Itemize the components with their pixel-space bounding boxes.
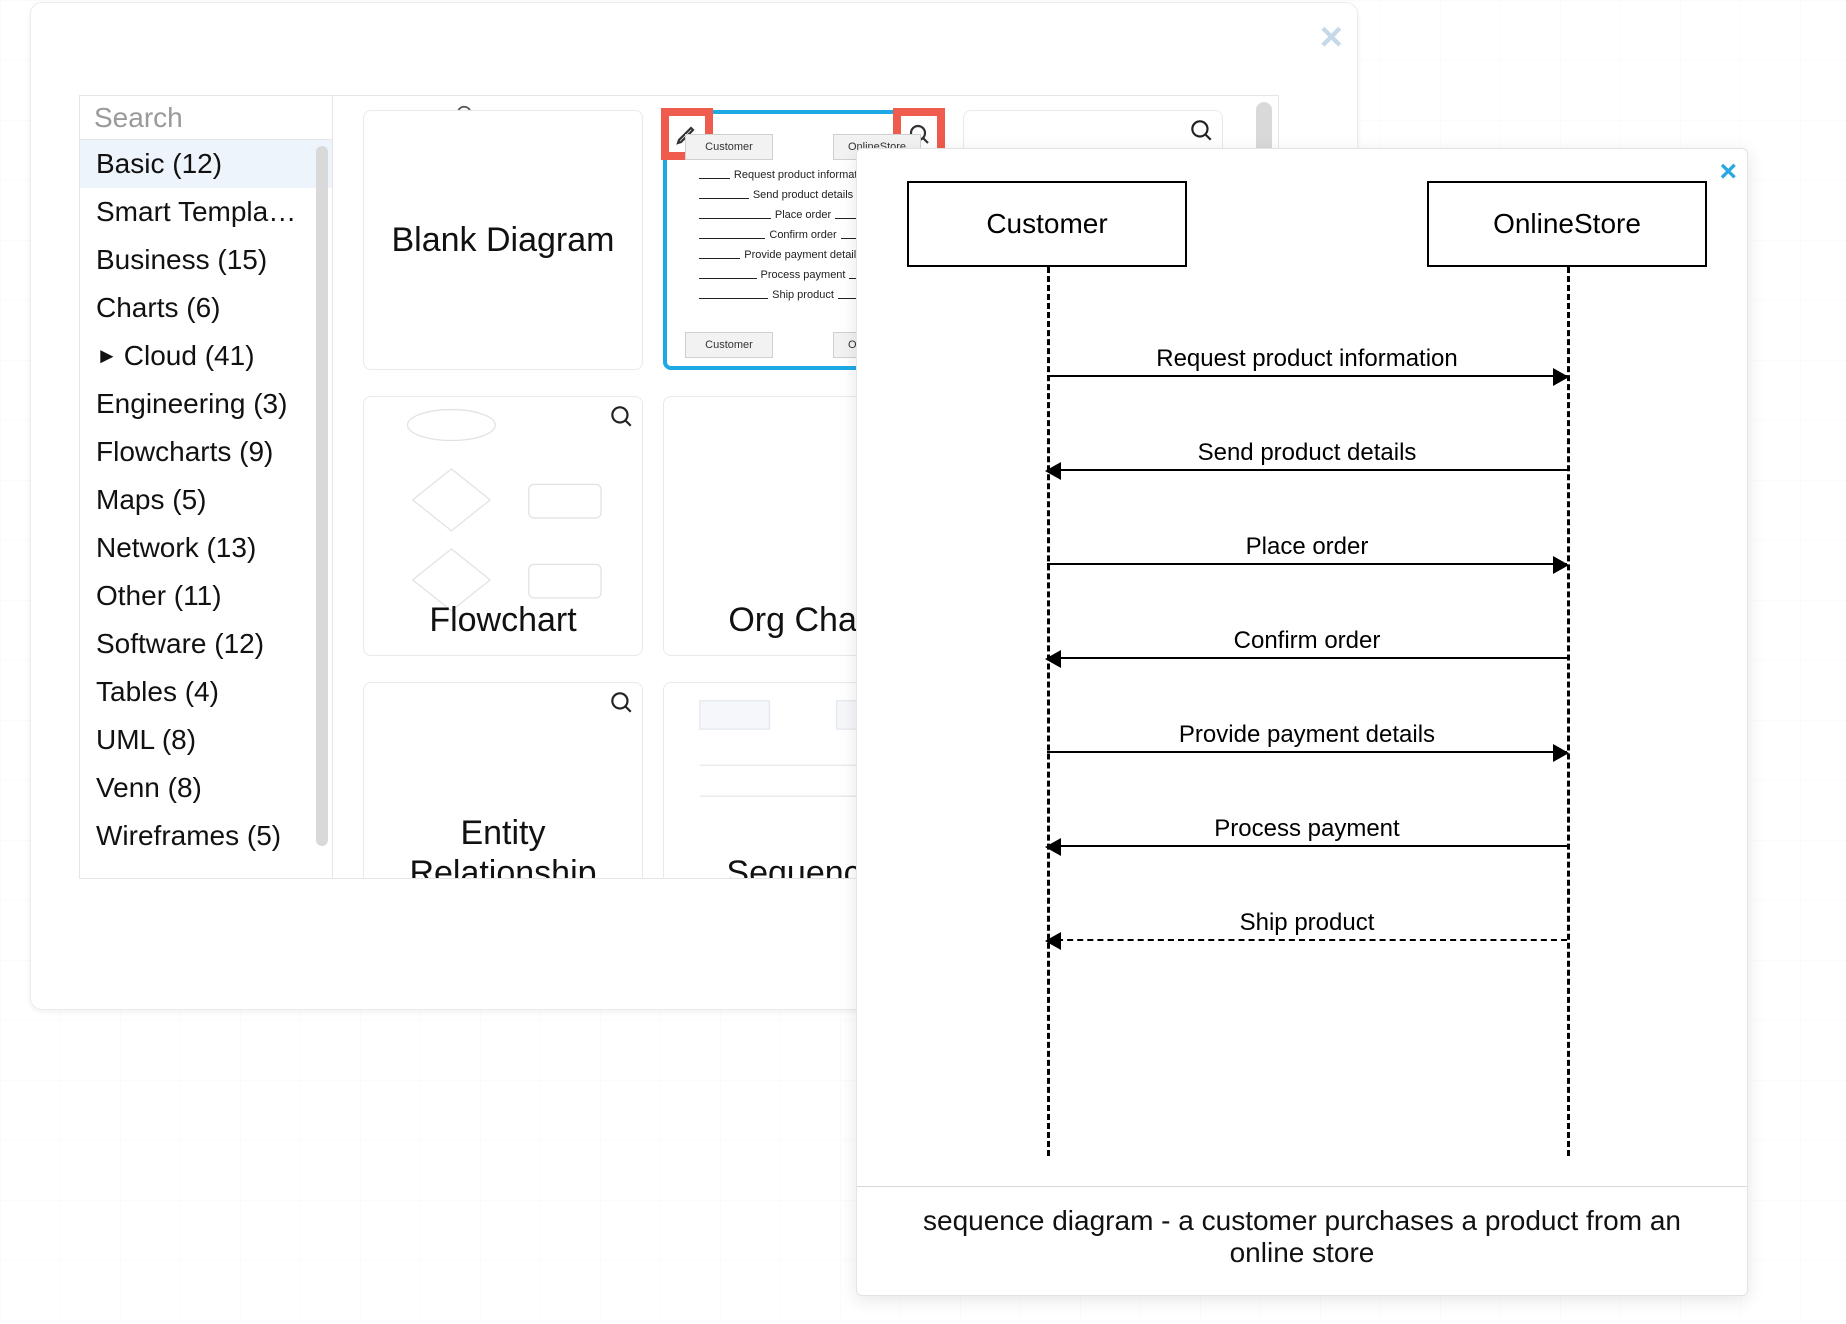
mini-msg-label: Process payment — [757, 269, 850, 281]
search-row — [80, 96, 332, 140]
message-label: Provide payment details — [1047, 721, 1567, 749]
sidebar-item-basic[interactable]: Basic (12) — [80, 140, 332, 188]
mini-participant: Customer — [685, 332, 773, 358]
lifeline-customer — [1047, 267, 1050, 1156]
sidebar-item-charts[interactable]: Charts (6) — [80, 284, 332, 332]
template-tile-erd[interactable]: Entity Relationship Diagram — [363, 682, 643, 878]
sequence-message: Process payment — [1047, 815, 1567, 847]
tile-title: Blank Diagram — [374, 220, 633, 261]
participant-onlinestore: OnlineStore — [1427, 181, 1707, 267]
mini-participant: Customer — [685, 134, 773, 160]
sidebar-item-wireframes[interactable]: Wireframes (5) — [80, 812, 332, 860]
sequence-message: Provide payment details — [1047, 721, 1567, 753]
sidebar-item-maps[interactable]: Maps (5) — [80, 476, 332, 524]
category-list[interactable]: Basic (12) Smart Templa… Business (15) C… — [80, 140, 332, 878]
sidebar-item-software[interactable]: Software (12) — [80, 620, 332, 668]
lifeline-onlinestore — [1567, 267, 1570, 1156]
tile-title: Flowchart — [364, 600, 642, 641]
sidebar-item-other[interactable]: Other (11) — [80, 572, 332, 620]
sequence-message: Request product information — [1047, 345, 1567, 377]
magnify-icon[interactable] — [608, 689, 634, 715]
template-tile-flowchart[interactable]: Flowchart — [363, 396, 643, 656]
preview-canvas: Customer OnlineStore Request product inf… — [857, 149, 1747, 1186]
sidebar-item-network[interactable]: Network (13) — [80, 524, 332, 572]
sidebar-scrollbar[interactable] — [316, 146, 328, 846]
category-sidebar: Basic (12) Smart Templa… Business (15) C… — [80, 96, 333, 878]
magnify-icon[interactable] — [1188, 117, 1214, 143]
message-label: Process payment — [1047, 815, 1567, 843]
message-label: Place order — [1047, 533, 1567, 561]
sequence-message: Place order — [1047, 533, 1567, 565]
sidebar-item-flowcharts[interactable]: Flowcharts (9) — [80, 428, 332, 476]
message-label: Confirm order — [1047, 627, 1567, 655]
sidebar-item-tables[interactable]: Tables (4) — [80, 668, 332, 716]
sequence-message: Confirm order — [1047, 627, 1567, 659]
participant-customer: Customer — [907, 181, 1187, 267]
dialog-close-button[interactable]: × — [1320, 17, 1343, 57]
sidebar-item-label: Cloud (41) — [124, 340, 255, 371]
sidebar-item-smart-templates[interactable]: Smart Templa… — [80, 188, 332, 236]
mini-msg-label: Send product details — [749, 189, 857, 201]
chevron-right-icon: ► — [96, 343, 118, 369]
sidebar-item-engineering[interactable]: Engineering (3) — [80, 380, 332, 428]
message-label: Send product details — [1047, 439, 1567, 467]
sidebar-item-business[interactable]: Business (15) — [80, 236, 332, 284]
message-label: Request product information — [1047, 345, 1567, 373]
sequence-message: Ship product — [1047, 909, 1567, 941]
preview-caption: sequence diagram - a customer purchases … — [857, 1186, 1747, 1295]
template-tile-blank[interactable]: Blank Diagram — [363, 110, 643, 370]
mini-msg-label: Provide payment details — [740, 249, 865, 261]
sidebar-item-venn[interactable]: Venn (8) — [80, 764, 332, 812]
mini-msg-label: Request product information — [730, 169, 876, 181]
message-label: Ship product — [1047, 909, 1567, 937]
mini-msg-label: Confirm order — [765, 229, 840, 241]
template-preview-panel: × Customer OnlineStore Request product i… — [856, 148, 1748, 1296]
mini-msg-label: Place order — [771, 209, 835, 221]
sidebar-item-cloud[interactable]: ►Cloud (41) — [80, 332, 332, 380]
sequence-message: Send product details — [1047, 439, 1567, 471]
tile-title: Entity Relationship Diagram — [364, 813, 642, 878]
mini-msg-label: Ship product — [768, 289, 838, 301]
sidebar-item-uml[interactable]: UML (8) — [80, 716, 332, 764]
